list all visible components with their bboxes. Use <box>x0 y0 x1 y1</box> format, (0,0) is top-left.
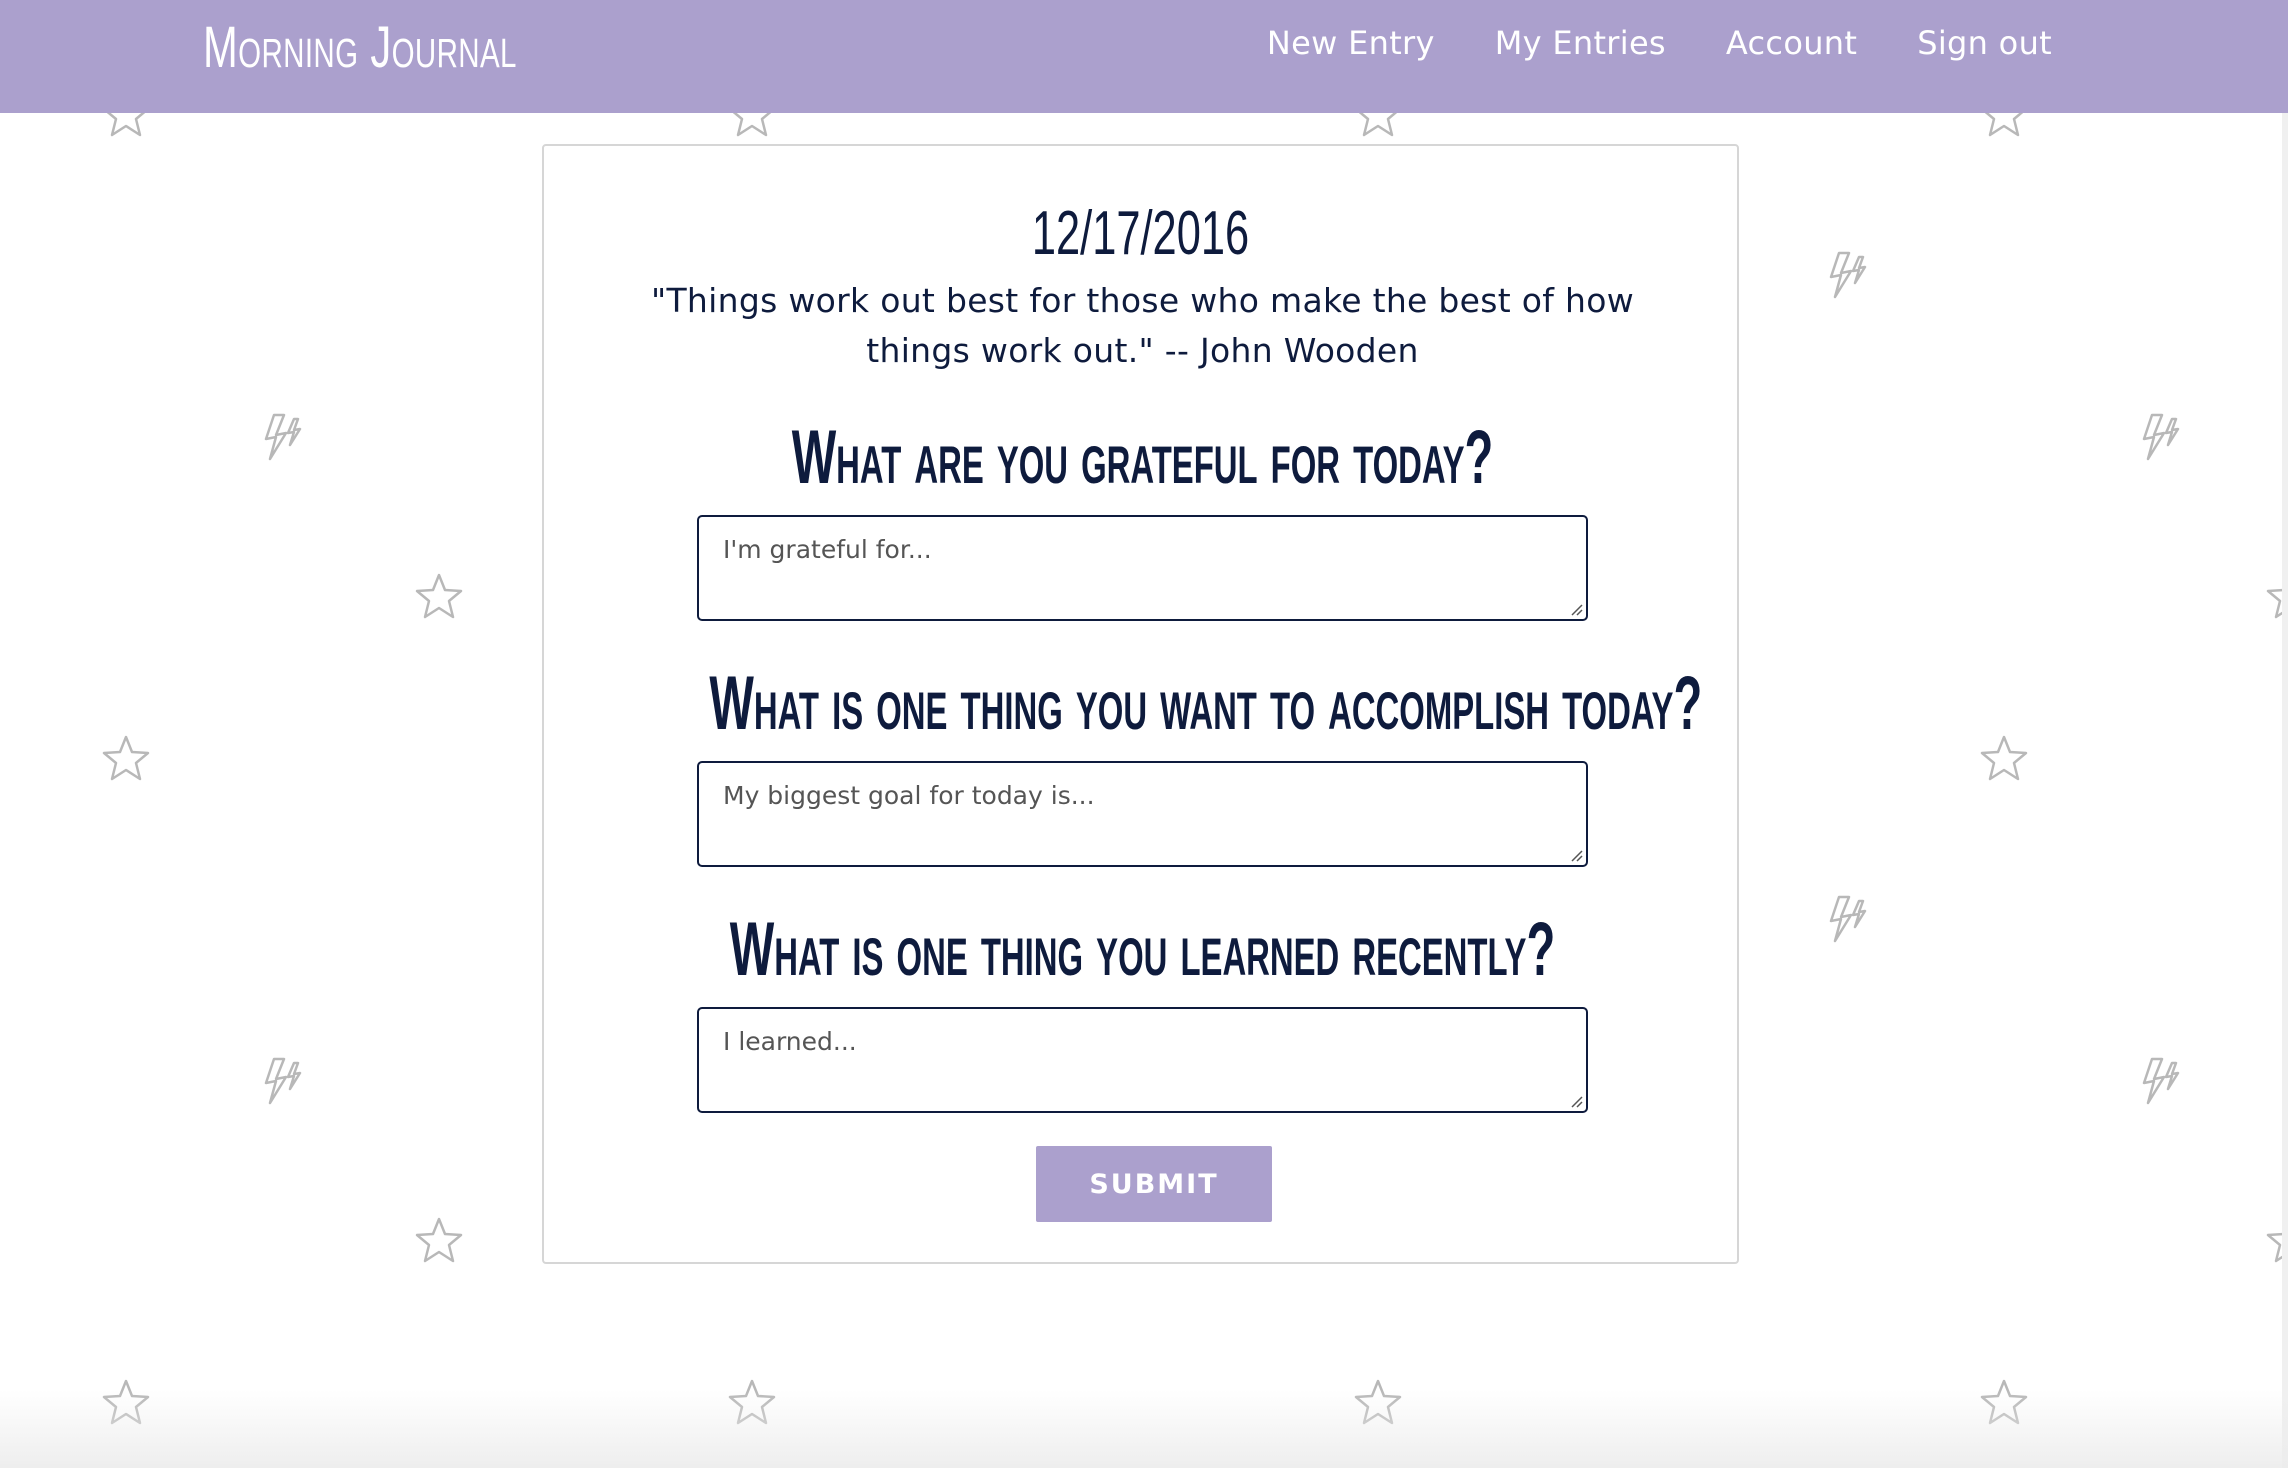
accomplish-textarea[interactable] <box>699 763 1586 865</box>
lightning-icon <box>2142 413 2180 461</box>
accomplish-field <box>697 761 1588 867</box>
star-icon <box>1980 735 2028 781</box>
star-icon <box>102 735 150 781</box>
main-nav: New Entry My Entries Account Sign out <box>1267 24 2052 62</box>
scrollbar-edge <box>2282 113 2288 1468</box>
learned-textarea[interactable] <box>699 1009 1586 1111</box>
lightning-icon <box>1829 251 1867 299</box>
lightning-icon <box>264 1057 302 1105</box>
entry-date: 12/17/2016 <box>1031 199 1250 268</box>
prompt-grateful: What are you grateful for today? <box>791 415 1494 500</box>
lightning-icon <box>264 413 302 461</box>
prompt-accomplish: What is one thing you want to accomplish… <box>709 661 1703 746</box>
learned-field <box>697 1007 1588 1113</box>
journal-entry-card: 12/17/2016 "Things work out best for tho… <box>542 144 1739 1264</box>
resize-grip-icon[interactable] <box>1569 848 1583 862</box>
top-navigation-bar: Morning Journal New Entry My Entries Acc… <box>0 0 2288 113</box>
app-logo-title[interactable]: Morning Journal <box>203 14 517 81</box>
resize-grip-icon[interactable] <box>1569 1094 1583 1108</box>
prompt-learned: What is one thing you learned recently? <box>729 907 1556 992</box>
resize-grip-icon[interactable] <box>1569 602 1583 616</box>
grateful-textarea[interactable] <box>699 517 1586 619</box>
nav-sign-out[interactable]: Sign out <box>1917 24 2052 62</box>
lightning-icon <box>2142 1057 2180 1105</box>
nav-new-entry[interactable]: New Entry <box>1267 24 1435 62</box>
star-icon <box>415 573 463 619</box>
grateful-field <box>697 515 1588 621</box>
star-icon <box>415 1217 463 1263</box>
daily-quote: "Things work out best for those who make… <box>651 281 1634 370</box>
submit-button[interactable]: SUBMIT <box>1036 1146 1272 1222</box>
lightning-icon <box>1829 895 1867 943</box>
nav-account[interactable]: Account <box>1726 24 1857 62</box>
bottom-shadow <box>0 1390 2288 1468</box>
nav-my-entries[interactable]: My Entries <box>1495 24 1666 62</box>
